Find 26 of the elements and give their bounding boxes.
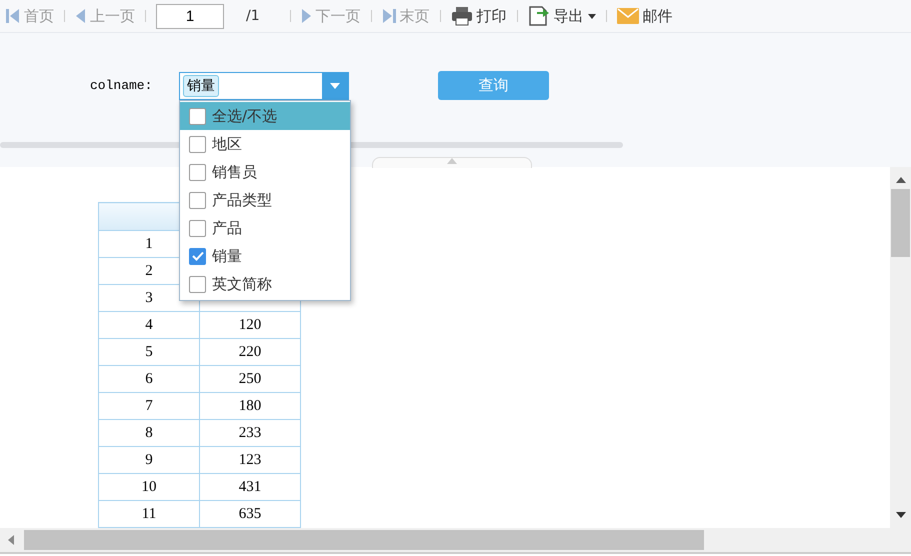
row-number-cell: 7 (98, 392, 200, 420)
page-number-field[interactable]: 1 (156, 4, 224, 28)
print-button[interactable]: 打印 (446, 3, 511, 29)
row-number-cell: 6 (98, 366, 200, 392)
option-item[interactable]: 销售员 (180, 158, 350, 186)
row-number-cell: 4 (98, 312, 200, 338)
export-button[interactable]: 导出 (524, 3, 600, 29)
selected-tag: 销量 (183, 74, 219, 96)
table-cell: 120 (200, 312, 300, 338)
table-cell: 123 (200, 446, 300, 474)
row-number-cell: 8 (98, 420, 200, 446)
option-item[interactable]: 全选/不选 (180, 102, 350, 130)
table-cell: 431 (200, 474, 300, 500)
field-label: colname: (90, 78, 154, 93)
page-total: /1 (246, 8, 260, 24)
table-cell: 250 (200, 366, 300, 392)
table-cell: 233 (200, 420, 300, 446)
mail-button[interactable]: 邮件 (612, 3, 677, 29)
table-cell: 180 (200, 392, 300, 420)
column-select[interactable]: 销量 (179, 72, 349, 100)
table-cell: 220 (200, 338, 300, 366)
row-number-cell: 10 (98, 474, 200, 500)
row-number-cell: 9 (98, 446, 200, 474)
option-item[interactable]: 地区 (180, 130, 350, 158)
row-number-cell: 5 (98, 338, 200, 366)
option-item[interactable]: 产品类型 (180, 186, 350, 214)
